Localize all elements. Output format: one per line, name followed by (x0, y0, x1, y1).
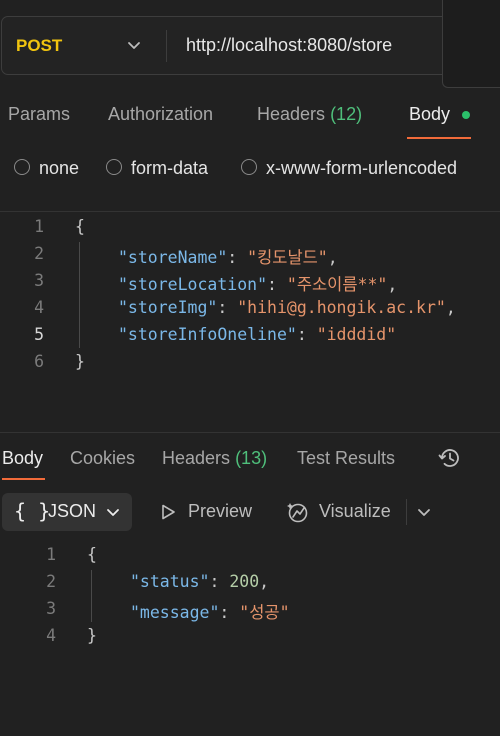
chevron-down-icon[interactable] (124, 35, 144, 55)
tab-authorization[interactable]: Authorization (108, 104, 213, 125)
response-active-tab-indicator (2, 478, 45, 480)
radio-form-data[interactable] (106, 159, 122, 175)
indent-guide (91, 570, 92, 622)
response-tab-test-results[interactable]: Test Results (297, 448, 395, 469)
braces-icon: { } (14, 499, 51, 523)
json-line: "status": 200, (130, 572, 270, 591)
method-select[interactable]: POST (16, 36, 62, 56)
visualize-button[interactable]: Visualize (319, 501, 391, 522)
radio-urlencoded-label[interactable]: x-www-form-urlencoded (266, 158, 457, 179)
chevron-down-icon (107, 509, 119, 516)
close-brace: } (75, 352, 85, 371)
line-number: 1 (46, 545, 56, 564)
tab-body[interactable]: Body (409, 104, 450, 125)
method-url-divider (166, 30, 167, 62)
response-tab-headers[interactable]: Headers (13) (162, 448, 267, 469)
visualize-icon[interactable] (285, 499, 311, 525)
toolbar-separator (406, 499, 407, 525)
tab-headers[interactable]: Headers (12) (257, 104, 362, 125)
json-line: "storeLocation": "주소이름**", (118, 275, 398, 294)
radio-form-data-label[interactable]: form-data (131, 158, 208, 179)
headers-count-badge: (12) (330, 104, 363, 124)
line-number: 6 (34, 352, 44, 371)
format-label: JSON (48, 501, 97, 521)
radio-none[interactable] (14, 159, 30, 175)
json-line: "message": "성공" (130, 603, 290, 622)
response-tab-cookies[interactable]: Cookies (70, 448, 135, 469)
open-brace: { (87, 545, 97, 564)
line-number: 1 (34, 217, 44, 236)
indent-guide (79, 242, 80, 348)
body-modified-dot (462, 111, 470, 119)
active-tab-indicator (407, 137, 471, 139)
response-headers-count-badge: (13) (235, 448, 268, 468)
send-button-area[interactable] (442, 0, 500, 88)
response-tab-body[interactable]: Body (2, 448, 43, 469)
line-number: 3 (34, 271, 44, 290)
json-line: "storeImg": "hihi@g.hongik.ac.kr", (118, 298, 456, 317)
preview-button[interactable]: Preview (188, 501, 252, 522)
line-number: 3 (46, 599, 56, 618)
json-line: "storeInfoOneline": "idddid" (118, 325, 397, 344)
tab-headers-label: Headers (257, 104, 326, 124)
response-body-viewer[interactable]: 1 2 3 4 { "status": 200, "message": "성공"… (0, 540, 500, 660)
line-number: 4 (34, 298, 44, 317)
open-brace: { (75, 217, 85, 236)
chevron-down-icon[interactable] (415, 503, 433, 521)
line-number: 2 (46, 572, 56, 591)
close-brace: } (87, 626, 97, 645)
line-number: 5 (34, 325, 44, 344)
line-number: 2 (34, 244, 44, 263)
json-line: "storeName": "킹도날드", (118, 248, 338, 267)
history-icon[interactable] (437, 445, 463, 471)
url-input[interactable]: http://localhost:8080/store (186, 35, 392, 56)
tab-params[interactable]: Params (8, 104, 70, 125)
play-icon[interactable] (158, 502, 178, 522)
response-divider (0, 432, 500, 433)
radio-none-label[interactable]: none (39, 158, 79, 179)
line-number: 4 (46, 626, 56, 645)
radio-urlencoded[interactable] (241, 159, 257, 175)
response-tab-headers-label: Headers (162, 448, 231, 468)
request-body-editor[interactable]: 1 2 3 4 5 6 { "storeName": "킹도날드", "stor… (0, 212, 500, 412)
